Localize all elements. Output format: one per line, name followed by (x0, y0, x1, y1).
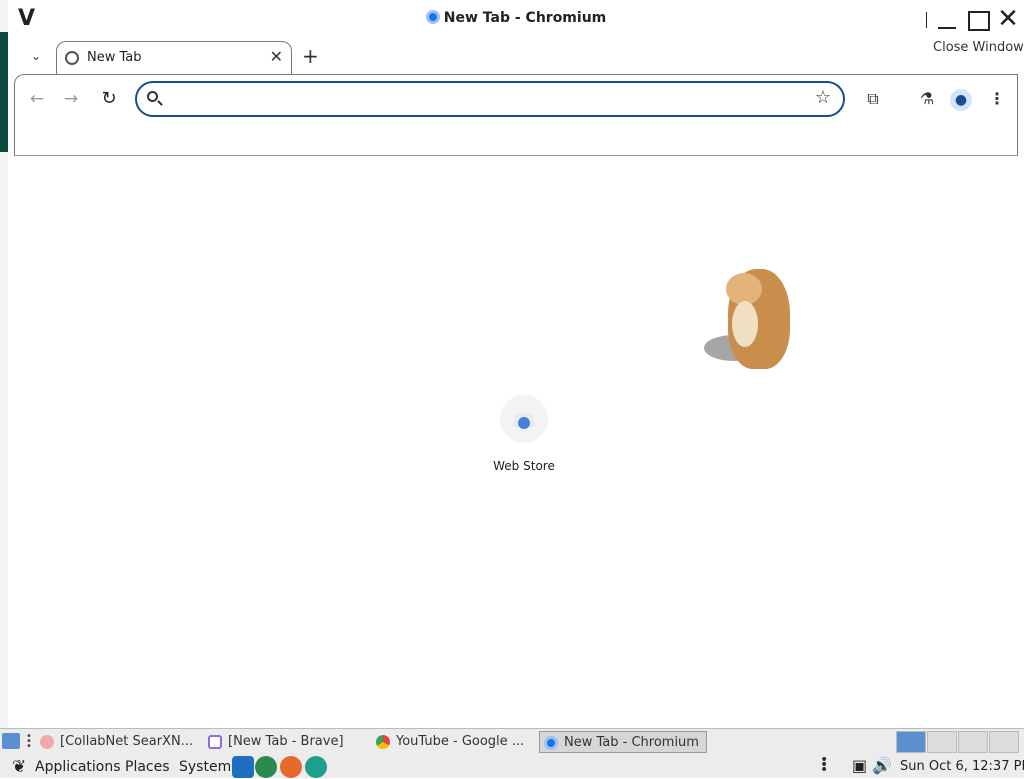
show-desktop-icon[interactable] (2, 733, 20, 749)
reload-button[interactable]: ↻ (97, 87, 121, 111)
network-icon[interactable]: ▣ (852, 757, 870, 775)
desktop-edge (0, 0, 8, 728)
gnome-foot-icon: ❦ (12, 757, 27, 777)
bookmark-star-icon[interactable]: ☆ (815, 87, 831, 108)
chrome-dev-icon[interactable] (255, 756, 277, 778)
workspace-3[interactable] (958, 731, 988, 753)
search-icon (147, 91, 158, 102)
window-list: • • • [CollabNet SearXN... [New Tab - Brav… (0, 729, 1024, 754)
task-label: New Tab - Chromium (564, 735, 699, 750)
task-youtube-chrome[interactable]: YouTube - Google ... (372, 731, 536, 753)
profile-avatar-icon: ● (950, 89, 972, 111)
tab-label: New Tab (87, 50, 142, 65)
workspace-1[interactable] (896, 731, 926, 753)
close-window-button[interactable]: ✕ (996, 6, 1020, 32)
window-title-text: New Tab - Chromium (443, 10, 607, 26)
desktop-wallpaper-strip (0, 32, 8, 152)
tab-close-button[interactable]: ✕ (270, 47, 283, 66)
edge-dev-icon[interactable] (305, 756, 327, 778)
extensions-icon[interactable]: ⧉ (861, 87, 885, 111)
workspace-2[interactable] (927, 731, 957, 753)
browser-menu-button[interactable]: ⋮ (985, 87, 1009, 111)
bottom-panel: • • • [CollabNet SearXN... [New Tab - Brav… (0, 728, 1024, 778)
task-brave[interactable]: [New Tab - Brave] (204, 731, 368, 753)
brave-icon (208, 735, 222, 749)
window-title: New Tab - Chromium (8, 10, 1024, 26)
task-label: [New Tab - Brave] (228, 734, 344, 749)
task-label: [CollabNet SearXN... (60, 734, 194, 749)
title-bar: V New Tab - Chromium ✕ (8, 0, 1024, 38)
forward-button[interactable]: → (59, 87, 83, 111)
vscode-icon[interactable] (232, 756, 254, 778)
profile-button[interactable]: ● (949, 87, 973, 111)
firefox-icon[interactable] (280, 756, 302, 778)
tab-new-tab[interactable]: New Tab ✕ (56, 41, 292, 75)
shortcut-label: Web Store (493, 459, 555, 473)
tab-search-button[interactable]: ⌄ (26, 46, 46, 66)
new-tab-button[interactable]: + (302, 44, 319, 68)
back-button[interactable]: ← (25, 87, 49, 111)
address-input[interactable] (169, 87, 799, 111)
task-searxng[interactable]: [CollabNet SearXN... (36, 731, 200, 753)
volume-icon[interactable]: 🔊 (872, 757, 892, 775)
new-tab-page: Web Store (14, 157, 1018, 727)
chrome-icon (376, 735, 390, 749)
panel-grip-icon[interactable]: • • • (26, 732, 32, 752)
toolbar: ← → ↻ ☆ ⧉ ⚗ ● ⋮ (14, 74, 1018, 156)
system-menu[interactable]: System (179, 759, 231, 775)
applications-menu[interactable]: Applications (35, 759, 121, 775)
omnibox[interactable]: ☆ (135, 81, 845, 117)
task-chromium[interactable]: New Tab - Chromium (539, 731, 707, 753)
title-separator (926, 12, 927, 28)
hamster-image (704, 265, 796, 375)
browser-window: V New Tab - Chromium ✕ Close Window ⌄ Ne… (8, 0, 1024, 728)
tab-strip: ⌄ New Tab ✕ + (14, 38, 1018, 75)
hamster-belly (732, 301, 758, 347)
chromium-icon (544, 736, 558, 750)
shortcut-web-store[interactable]: Web Store (484, 395, 564, 473)
workspace-4[interactable] (989, 731, 1019, 753)
clock[interactable]: Sun Oct 6, 12:37 PM (900, 759, 1024, 774)
labs-flask-icon[interactable]: ⚗ (915, 87, 939, 111)
task-label: YouTube - Google ... (396, 734, 525, 749)
webstore-bag-icon (514, 413, 534, 429)
webstore-icon (500, 395, 548, 443)
chromium-icon (425, 10, 440, 24)
globe-icon (65, 51, 79, 65)
workspace-switcher (896, 731, 1020, 753)
maximize-button[interactable] (966, 8, 990, 32)
minimize-button[interactable] (936, 8, 960, 32)
searxng-icon (40, 735, 54, 749)
places-menu[interactable]: Places (125, 759, 170, 775)
panel-separator-icon: • • • (820, 752, 829, 778)
menu-bar: ❦ Applications Places System • • • ▣ 🔊 Sun… (0, 752, 1024, 779)
